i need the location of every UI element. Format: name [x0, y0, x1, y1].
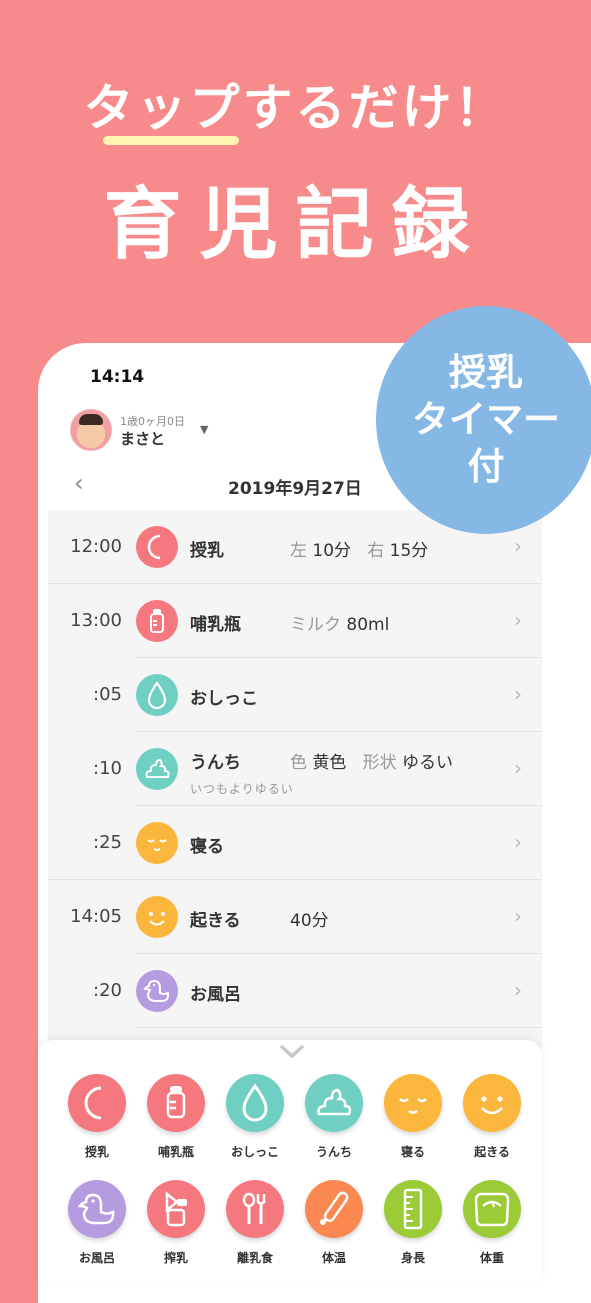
row-time: :05 [93, 684, 122, 705]
chevron-down-icon[interactable]: ▼ [200, 423, 208, 436]
row-detail: ミルク 80ml [290, 615, 390, 635]
child-age: 1歳0ヶ月0日 [120, 415, 185, 428]
sleep-icon [384, 1074, 442, 1132]
record-bath-button[interactable]: お風呂 [62, 1180, 132, 1266]
nursing-icon [68, 1074, 126, 1132]
timeline-row-bath[interactable]: :20 お風呂 › [48, 954, 542, 1028]
wake-icon [136, 896, 178, 938]
row-note: いつもよりゆるい [190, 782, 294, 796]
divider [136, 1027, 542, 1028]
row-title: 哺乳瓶 [190, 615, 241, 635]
row-title: うんち [190, 753, 241, 773]
headline-underline [103, 136, 239, 145]
button-label: 哺乳瓶 [157, 1145, 194, 1159]
row-title: お風呂 [190, 985, 241, 1005]
button-label: 授乳 [84, 1145, 109, 1159]
scale-icon [463, 1180, 521, 1238]
row-detail: 色 黄色 形状 ゆるい [290, 753, 454, 773]
child-name[interactable]: まさと [120, 428, 165, 449]
record-wake-button[interactable]: 起きる [457, 1074, 527, 1160]
row-title: おしっこ [190, 689, 258, 709]
headline-main: 育児記録 [103, 180, 488, 270]
bottle-icon [147, 1074, 205, 1132]
status-bar-time: 14:14 [90, 367, 145, 387]
record-sleep-button[interactable]: 寝る [378, 1074, 448, 1160]
record-pump-button[interactable]: 搾乳 [141, 1180, 211, 1266]
current-date: 2019年9月27日 [228, 479, 362, 499]
row-title: 起きる [190, 911, 241, 931]
row-title: 寝る [190, 837, 224, 857]
back-arrow-icon[interactable]: ‹ [74, 469, 84, 497]
row-time: 12:00 [70, 536, 122, 557]
chevron-right-icon: › [514, 904, 522, 928]
row-time: :25 [93, 832, 122, 853]
poop-icon [305, 1074, 363, 1132]
timer-badge: 授乳 タイマー 付 [376, 306, 591, 534]
timeline-list: 12:00 授乳 左 10分 右 15分 › 13:00 哺乳瓶 ミルク 80m… [48, 510, 542, 1050]
pee-icon [226, 1074, 284, 1132]
timeline-row-bottle[interactable]: 13:00 哺乳瓶 ミルク 80ml › [48, 584, 542, 658]
row-detail: 40分 [290, 911, 329, 931]
baby-food-icon [226, 1180, 284, 1238]
record-temperature-button[interactable]: 体温 [299, 1180, 369, 1266]
breast-pump-icon [147, 1180, 205, 1238]
row-title: 授乳 [190, 541, 224, 561]
timeline-row-poop[interactable]: :10 うんち 色 黄色 形状 ゆるい いつもよりゆるい › [48, 732, 542, 806]
headline-tap: タップするだけ！ [83, 79, 508, 137]
timeline-row-wake[interactable]: 14:05 起きる 40分 › [48, 880, 542, 954]
nursing-icon [136, 526, 178, 568]
button-label: 搾乳 [163, 1251, 188, 1265]
button-label: うんち [315, 1145, 352, 1159]
button-label: 体重 [479, 1251, 504, 1265]
row-time: :10 [93, 758, 122, 779]
thermometer-icon [305, 1180, 363, 1238]
record-pee-button[interactable]: おしっこ [220, 1074, 290, 1160]
record-baby-food-button[interactable]: 離乳食 [220, 1180, 290, 1266]
record-poop-button[interactable]: うんち [299, 1074, 369, 1160]
bottle-icon [136, 600, 178, 642]
row-time: :20 [93, 980, 122, 1001]
button-label: 身長 [400, 1251, 425, 1265]
button-label: 体温 [321, 1251, 346, 1265]
ruler-icon [384, 1180, 442, 1238]
timeline-row-pee[interactable]: :05 おしっこ › [48, 658, 542, 732]
bath-icon [68, 1180, 126, 1238]
quick-record-panel: 授乳 哺乳瓶 おしっこ うんち 寝る 起きる お風呂 搾乳 離乳食 体温 身長 [38, 1040, 542, 1280]
chevron-right-icon: › [514, 830, 522, 854]
poop-icon [136, 748, 178, 790]
button-label: おしっこ [230, 1145, 279, 1159]
button-label: 離乳食 [236, 1251, 273, 1265]
wake-icon [463, 1074, 521, 1132]
record-weight-button[interactable]: 体重 [457, 1180, 527, 1266]
record-nursing-button[interactable]: 授乳 [62, 1074, 132, 1160]
child-avatar[interactable] [70, 409, 112, 451]
bath-icon [136, 970, 178, 1012]
sleep-icon [136, 822, 178, 864]
record-bottle-button[interactable]: 哺乳瓶 [141, 1074, 211, 1160]
chevron-right-icon: › [514, 978, 522, 1002]
row-detail: 左 10分 右 15分 [290, 541, 429, 561]
pee-icon [136, 674, 178, 716]
button-label: 起きる [474, 1145, 510, 1159]
row-time: 14:05 [70, 906, 122, 927]
collapse-chevron-icon[interactable] [279, 1042, 305, 1067]
chevron-right-icon: › [514, 682, 522, 706]
button-label: お風呂 [78, 1251, 115, 1265]
button-label: 寝る [400, 1145, 425, 1159]
record-height-button[interactable]: 身長 [378, 1180, 448, 1266]
row-time: 13:00 [70, 610, 122, 631]
timeline-row-sleep[interactable]: :25 寝る › [48, 806, 542, 880]
chevron-right-icon: › [514, 534, 522, 558]
chevron-right-icon: › [514, 756, 522, 780]
chevron-right-icon: › [514, 608, 522, 632]
